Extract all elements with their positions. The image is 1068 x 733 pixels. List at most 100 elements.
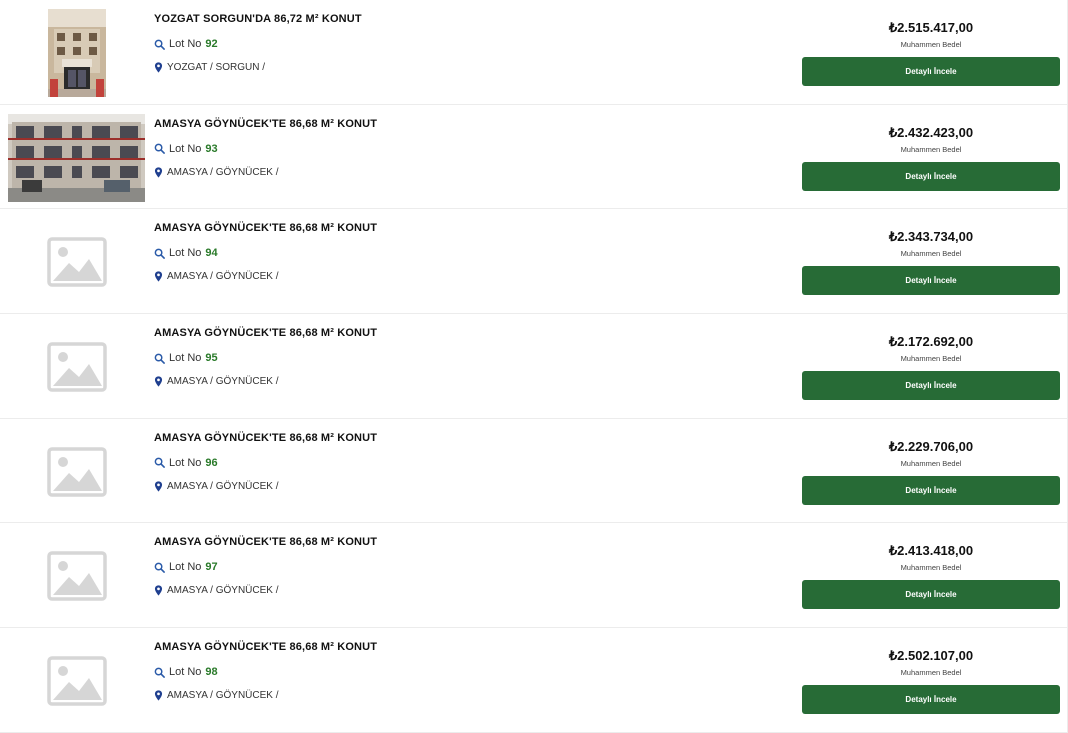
listing-info: AMASYA GÖYNÜCEK'TE 86,68 M² KONUT Lot No… [154,641,377,701]
price: ₺2.502.107,00 [888,648,974,664]
listing-image[interactable] [8,323,145,411]
price-panel: ₺2.172.692,00 Muhammen Bedel Detaylı İnc… [802,314,1060,418]
lot-number: 94 [205,247,218,260]
listing-info: AMASYA GÖYNÜCEK'TE 86,68 M² KONUT Lot No… [154,222,377,282]
listing-card[interactable]: AMASYA GÖYNÜCEK'TE 86,68 M² KONUT Lot No… [0,418,1068,524]
listing-title[interactable]: AMASYA GÖYNÜCEK'TE 86,68 M² KONUT [154,222,377,234]
lot-row: Lot No 96 [154,457,377,469]
lot-row: Lot No 94 [154,247,377,259]
lot-row: Lot No 92 [154,38,362,50]
lot-row: Lot No 95 [154,352,377,364]
price: ₺2.515.417,00 [888,20,974,35]
listing-image[interactable] [8,637,145,725]
listing-title[interactable]: YOZGAT SORGUN'DA 86,72 M² KONUT [154,13,362,25]
search-icon [154,143,165,155]
lot-label: Lot No [169,456,202,469]
location-row: AMASYA / GÖYNÜCEK / [154,271,377,282]
image-placeholder-icon [46,447,107,497]
price-panel: ₺2.229.706,00 Muhammen Bedel Detaylı İnc… [802,419,1060,523]
listing-list: YOZGAT SORGUN'DA 86,72 M² KONUT Lot No 9… [0,0,1068,733]
location-text: AMASYA / GÖYNÜCEK / [167,585,279,597]
listing-image[interactable] [8,532,145,620]
lot-label: Lot No [169,352,202,365]
price-label: Muhammen Bedel [900,40,962,49]
listing-title[interactable]: AMASYA GÖYNÜCEK'TE 86,68 M² KONUT [154,641,377,653]
detail-button[interactable]: Detaylı İncele [802,475,1060,505]
location-text: AMASYA / GÖYNÜCEK / [167,480,279,492]
location-pin-icon [154,690,163,701]
image-placeholder-icon [46,342,107,392]
location-pin-icon [154,271,163,282]
listing-title[interactable]: AMASYA GÖYNÜCEK'TE 86,68 M² KONUT [154,118,377,130]
price: ₺2.413.418,00 [888,543,974,559]
location-pin-icon [154,167,163,178]
building-photo [8,113,145,202]
location-text: AMASYA / GÖYNÜCEK / [167,690,279,702]
listing-image[interactable] [8,218,145,306]
search-icon [154,248,165,259]
listing-card[interactable]: AMASYA GÖYNÜCEK'TE 86,68 M² KONUT Lot No… [0,628,1068,733]
location-row: YOZGAT / SORGUN / [154,62,362,73]
price-label: Muhammen Bedel [900,354,962,364]
listing-info: AMASYA GÖYNÜCEK'TE 86,68 M² KONUT Lot No… [154,536,377,596]
lot-number: 92 [205,38,218,50]
lot-label: Lot No [169,142,202,155]
listing-card[interactable]: AMASYA GÖYNÜCEK'TE 86,68 M² KONUT Lot No… [0,104,1068,210]
image-placeholder-icon [46,656,107,706]
price-label: Muhammen Bedel [900,668,962,678]
price-panel: ₺2.432.423,00 Muhammen Bedel Detaylı İnc… [802,105,1060,209]
lot-row: Lot No 98 [154,666,377,678]
lot-label: Lot No [169,666,202,679]
listing-card[interactable]: AMASYA GÖYNÜCEK'TE 86,68 M² KONUT Lot No… [0,314,1068,419]
location-row: AMASYA / GÖYNÜCEK / [154,167,377,178]
price-panel: ₺2.343.734,00 Muhammen Bedel Detaylı İnc… [802,209,1060,313]
listing-info: AMASYA GÖYNÜCEK'TE 86,68 M² KONUT Lot No… [154,432,377,492]
lot-label: Lot No [169,561,202,574]
detail-button[interactable]: Detaylı İncele [802,161,1060,191]
location-text: AMASYA / GÖYNÜCEK / [167,271,279,283]
location-pin-icon [154,62,163,73]
detail-button[interactable]: Detaylı İncele [802,57,1060,86]
listing-title[interactable]: AMASYA GÖYNÜCEK'TE 86,68 M² KONUT [154,432,377,444]
location-pin-icon [154,376,163,387]
lot-number: 97 [205,561,218,574]
price-label: Muhammen Bedel [900,144,962,154]
listing-card[interactable]: AMASYA GÖYNÜCEK'TE 86,68 M² KONUT Lot No… [0,209,1068,315]
search-icon [154,353,165,364]
image-placeholder-icon [46,237,107,288]
location-pin-icon [154,585,163,597]
location-row: AMASYA / GÖYNÜCEK / [154,690,377,701]
detail-button[interactable]: Detaylı İncele [802,580,1060,610]
price: ₺2.343.734,00 [888,229,974,245]
listing-image[interactable] [8,9,145,97]
listing-card[interactable]: AMASYA GÖYNÜCEK'TE 86,68 M² KONUT Lot No… [0,523,1068,629]
price-label: Muhammen Bedel [900,249,962,259]
price-panel: ₺2.515.417,00 Muhammen Bedel Detaylı İnc… [802,0,1060,104]
lot-number: 98 [205,666,218,679]
price: ₺2.432.423,00 [888,124,974,140]
price-panel: ₺2.413.418,00 Muhammen Bedel Detaylı İnc… [802,523,1060,627]
lot-label: Lot No [169,38,202,50]
detail-button[interactable]: Detaylı İncele [802,371,1060,401]
building-photo [47,9,106,97]
listing-image[interactable] [8,113,145,202]
listing-info: AMASYA GÖYNÜCEK'TE 86,68 M² KONUT Lot No… [154,118,377,178]
listing-title[interactable]: AMASYA GÖYNÜCEK'TE 86,68 M² KONUT [154,327,377,339]
lot-number: 95 [205,352,218,365]
search-icon [154,667,165,678]
price: ₺2.172.692,00 [888,334,974,350]
detail-button[interactable]: Detaylı İncele [802,266,1060,296]
lot-number: 96 [205,456,218,469]
location-text: YOZGAT / SORGUN / [167,62,265,73]
listing-title[interactable]: AMASYA GÖYNÜCEK'TE 86,68 M² KONUT [154,536,377,548]
listing-card[interactable]: YOZGAT SORGUN'DA 86,72 M² KONUT Lot No 9… [0,0,1068,105]
detail-button[interactable]: Detaylı İncele [802,685,1060,715]
location-text: AMASYA / GÖYNÜCEK / [167,166,279,178]
lot-row: Lot No 93 [154,143,377,155]
location-pin-icon [154,481,163,492]
listing-image[interactable] [8,428,145,516]
search-icon [154,562,165,573]
location-row: AMASYA / GÖYNÜCEK / [154,376,377,387]
location-row: AMASYA / GÖYNÜCEK / [154,585,377,596]
search-icon [154,457,165,469]
